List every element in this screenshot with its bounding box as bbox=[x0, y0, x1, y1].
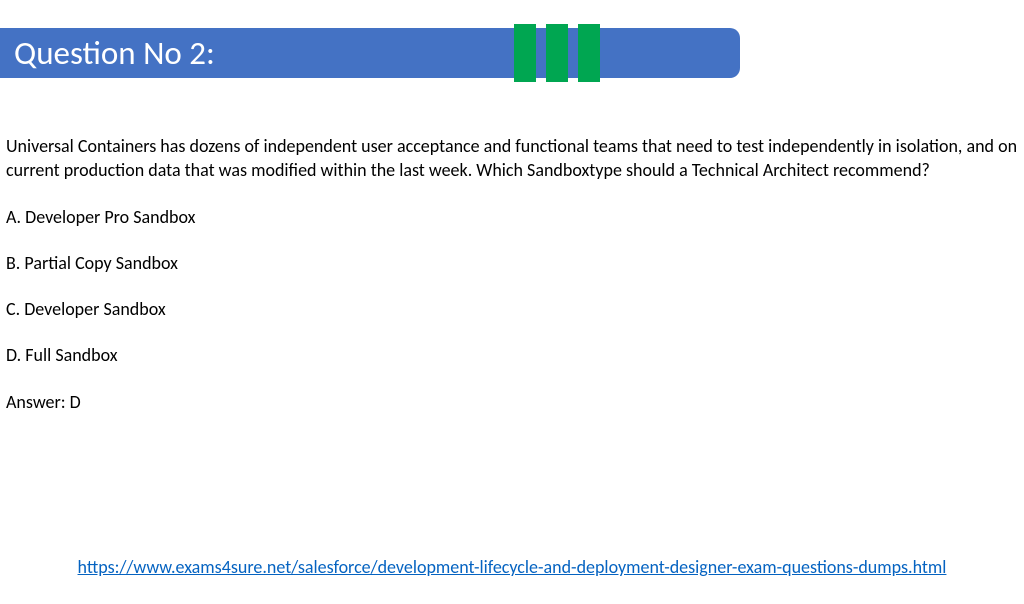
option-d: D. Full Sandbox bbox=[6, 343, 1018, 367]
footer-link-container: https://www.exams4sure.net/salesforce/de… bbox=[0, 556, 1024, 578]
source-link[interactable]: https://www.exams4sure.net/salesforce/de… bbox=[78, 556, 947, 578]
decorative-green-bars bbox=[514, 24, 600, 82]
answer-label: Answer: D bbox=[6, 390, 1018, 414]
option-a: A. Developer Pro Sandbox bbox=[6, 205, 1018, 229]
green-bar bbox=[578, 24, 600, 82]
question-stem: Universal Containers has dozens of indep… bbox=[6, 134, 1018, 183]
option-b: B. Partial Copy Sandbox bbox=[6, 251, 1018, 275]
title-bar: Question No 2: bbox=[0, 28, 740, 78]
question-body: Universal Containers has dozens of indep… bbox=[0, 134, 1024, 414]
green-bar bbox=[546, 24, 568, 82]
green-bar bbox=[514, 24, 536, 82]
option-c: C. Developer Sandbox bbox=[6, 297, 1018, 321]
question-number-title: Question No 2: bbox=[0, 33, 215, 73]
